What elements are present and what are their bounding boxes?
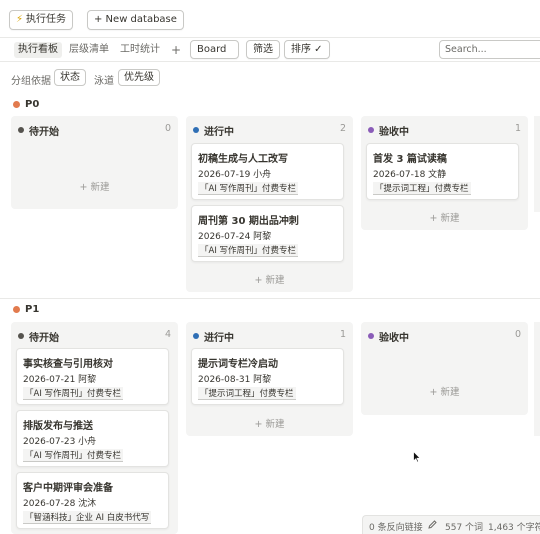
task-card[interactable]: 初稿生成与人工改写 2026-07-19 小舟 「AI 写作周刊」付费专栏 bbox=[191, 143, 344, 200]
board-column-p1-review: 验收中 0 + 新建 bbox=[361, 322, 528, 415]
status-bar: 0 条反向链接 557 个词 1,463 个字符 bbox=[362, 515, 540, 534]
column-status: 验收中 bbox=[379, 332, 409, 344]
column-status: 验收中 bbox=[379, 126, 409, 138]
tab-execution-board[interactable]: 执行看板 bbox=[14, 42, 62, 58]
column-count: 0 bbox=[514, 329, 521, 340]
status-dot-icon bbox=[18, 127, 24, 133]
card-meta: 2026-08-31 阿黎 bbox=[198, 375, 272, 385]
task-card[interactable]: 首发 3 篇试读稿 2026-07-18 文静 「提示词工程」付费专栏 bbox=[366, 143, 519, 200]
card-meta: 2026-07-28 沈沐 bbox=[23, 499, 97, 509]
swimlane-label: 泳道 bbox=[94, 76, 114, 87]
status-dot-icon bbox=[368, 333, 374, 339]
card-project-tag[interactable]: 「提示词工程」付费专栏 bbox=[373, 182, 471, 195]
card-meta: 2026-07-24 阿黎 bbox=[198, 232, 272, 242]
card-project-tag[interactable]: 「智涵科技」企业 AI 白皮书代写 bbox=[23, 511, 152, 524]
add-view-button[interactable]: + bbox=[169, 42, 183, 58]
swimlane-select[interactable]: 优先级 bbox=[118, 69, 160, 86]
column-count: 4 bbox=[164, 329, 171, 340]
board-column-p0-review: 验收中 1 首发 3 篇试读稿 2026-07-18 文静 「提示词工程」付费专… bbox=[361, 116, 528, 230]
card-meta: 2026-07-19 小舟 bbox=[198, 170, 272, 180]
card-meta: 2026-07-18 文静 bbox=[373, 170, 447, 180]
column-header: 进行中 1 bbox=[193, 329, 346, 344]
add-new-button[interactable]: + 新建 bbox=[361, 210, 528, 224]
card-title: 周刊第 30 期出品冲刺 bbox=[198, 216, 299, 227]
column-status: 待开始 bbox=[29, 332, 59, 344]
task-card[interactable]: 提示词专栏冷启动 2026-08-31 阿黎 「提示词工程」付费专栏 bbox=[191, 348, 344, 405]
view-bar: 执行看板 层级清单 工时统计 + Board 筛选 排序 ✓ Search... bbox=[0, 38, 540, 62]
task-card[interactable]: 周刊第 30 期出品冲刺 2026-07-24 阿黎 「AI 写作周刊」付费专栏 bbox=[191, 205, 344, 262]
card-project-tag[interactable]: 「AI 写作周刊」付费专栏 bbox=[198, 244, 299, 257]
swimlane-header-p0[interactable]: P0 bbox=[13, 99, 39, 110]
sort-button[interactable]: 排序 ✓ bbox=[284, 40, 330, 59]
card-title: 首发 3 篇试读稿 bbox=[373, 154, 447, 165]
column-status: 待开始 bbox=[29, 126, 59, 138]
add-new-button[interactable]: + 新建 bbox=[11, 179, 178, 193]
column-count: 1 bbox=[339, 329, 346, 340]
add-new-button[interactable]: + 新建 bbox=[186, 416, 353, 430]
column-count: 2 bbox=[339, 123, 346, 134]
card-meta: 2026-07-23 小舟 bbox=[23, 437, 97, 447]
board-column-p1-todo: 待开始 4 事实核查与引用核对 2026-07-21 阿黎 「AI 写作周刊」付… bbox=[11, 322, 178, 534]
column-header: 待开始 4 bbox=[18, 329, 171, 344]
task-card[interactable]: 事实核查与引用核对 2026-07-21 阿黎 「AI 写作周刊」付费专栏 bbox=[16, 348, 169, 405]
card-title: 初稿生成与人工改写 bbox=[198, 154, 288, 165]
board-column-p0-todo: 待开始 0 + 新建 bbox=[11, 116, 178, 209]
lightning-icon: ⚡ bbox=[16, 14, 24, 25]
priority-dot-icon bbox=[13, 306, 20, 313]
run-task-button[interactable]: ⚡ 执行任务 bbox=[9, 10, 74, 30]
status-dot-icon bbox=[193, 127, 199, 133]
tab-time-stats[interactable]: 工时统计 bbox=[118, 42, 162, 58]
column-count: 0 bbox=[164, 123, 171, 134]
task-card[interactable]: 客户中期评审会准备 2026-07-28 沈沐 「智涵科技」企业 AI 白皮书代… bbox=[16, 472, 169, 529]
card-title: 提示词专栏冷启动 bbox=[198, 359, 278, 370]
swimlane-name: P1 bbox=[25, 304, 40, 315]
pencil-icon[interactable] bbox=[427, 519, 438, 533]
run-task-label: 执行任务 bbox=[26, 14, 67, 25]
card-project-tag[interactable]: 「提示词工程」付费专栏 bbox=[198, 387, 296, 400]
column-header: 待开始 0 bbox=[18, 123, 171, 138]
backlinks-count[interactable]: 0 条反向链接 bbox=[369, 520, 423, 533]
add-new-button[interactable]: + 新建 bbox=[361, 384, 528, 398]
group-by-select[interactable]: 状态 bbox=[54, 69, 86, 86]
filter-button[interactable]: 筛选 bbox=[246, 40, 280, 59]
search-input[interactable]: Search... bbox=[439, 40, 540, 59]
card-meta: 2026-07-21 阿黎 bbox=[23, 375, 97, 385]
board-column-partial bbox=[534, 116, 540, 212]
column-count: 1 bbox=[514, 123, 521, 134]
top-toolbar: ⚡ 执行任务 + New database bbox=[0, 0, 540, 38]
new-database-button[interactable]: + New database bbox=[87, 10, 184, 30]
word-count: 557 个词 bbox=[445, 523, 484, 533]
grouping-row: 分组依据 状态 泳道 优先级 bbox=[0, 64, 540, 90]
column-status: 进行中 bbox=[204, 126, 234, 138]
board-column-partial bbox=[534, 322, 540, 436]
column-header: 进行中 2 bbox=[193, 123, 346, 138]
card-title: 排版发布与推送 bbox=[23, 421, 93, 432]
task-card[interactable]: 排版发布与推送 2026-07-23 小舟 「AI 写作周刊」付费专栏 bbox=[16, 410, 169, 467]
card-project-tag[interactable]: 「AI 写作周刊」付费专栏 bbox=[198, 182, 299, 195]
board-view-select[interactable]: Board bbox=[190, 40, 239, 59]
column-header: 验收中 0 bbox=[368, 329, 521, 344]
status-dot-icon bbox=[193, 333, 199, 339]
board-column-p1-doing: 进行中 1 提示词专栏冷启动 2026-08-31 阿黎 「提示词工程」付费专栏… bbox=[186, 322, 353, 436]
board-column-p0-doing: 进行中 2 初稿生成与人工改写 2026-07-19 小舟 「AI 写作周刊」付… bbox=[186, 116, 353, 292]
card-project-tag[interactable]: 「AI 写作周刊」付费专栏 bbox=[23, 387, 124, 400]
tab-hierarchy-list[interactable]: 层级清单 bbox=[67, 42, 111, 58]
group-by-label: 分组依据 bbox=[11, 76, 51, 87]
priority-dot-icon bbox=[13, 101, 20, 108]
swimlane-name: P0 bbox=[25, 99, 40, 110]
card-title: 客户中期评审会准备 bbox=[23, 483, 113, 494]
swimlane-header-p1[interactable]: P1 bbox=[13, 304, 39, 315]
status-dot-icon bbox=[18, 333, 24, 339]
swimlane-divider bbox=[0, 298, 540, 299]
add-new-button[interactable]: + 新建 bbox=[186, 272, 353, 286]
column-status: 进行中 bbox=[204, 332, 234, 344]
card-project-tag[interactable]: 「AI 写作周刊」付费专栏 bbox=[23, 449, 124, 462]
column-header: 验收中 1 bbox=[368, 123, 521, 138]
mouse-cursor-icon bbox=[413, 451, 421, 463]
status-dot-icon bbox=[368, 127, 374, 133]
card-title: 事实核查与引用核对 bbox=[23, 359, 113, 370]
char-count: 1,463 个字符 bbox=[488, 523, 540, 533]
